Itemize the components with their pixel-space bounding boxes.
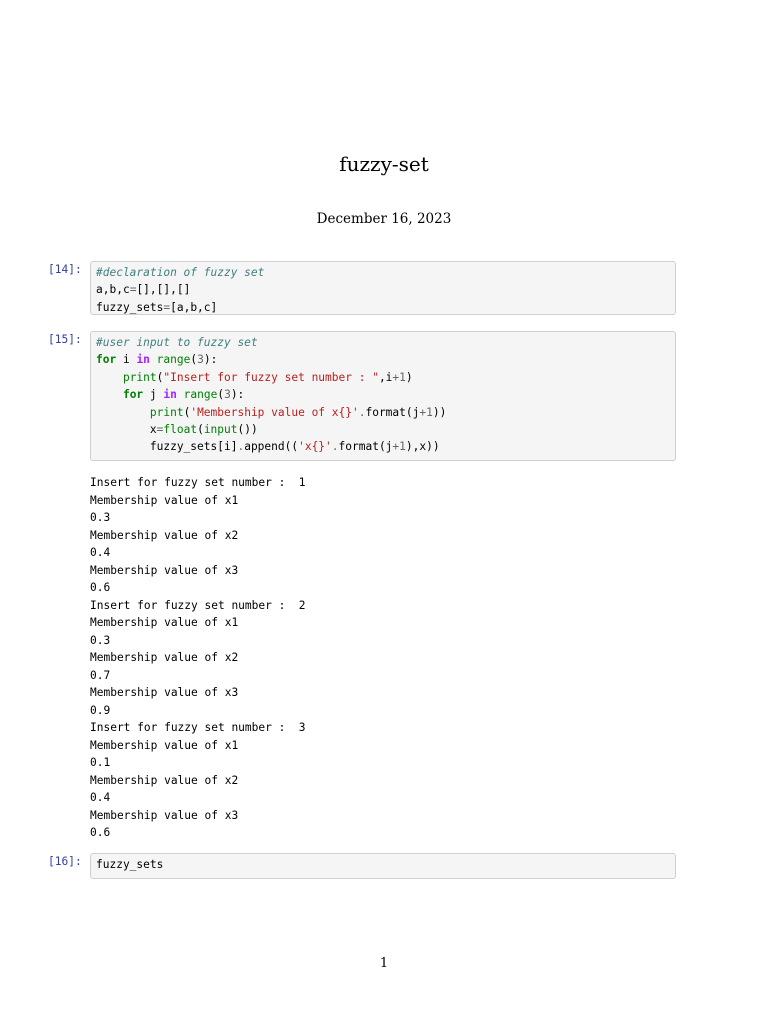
code-token: i [116,353,137,367]
output-line: Membership value of x3 [90,808,239,822]
code-token: ,i [378,370,393,384]
code-line: #user input to fuzzy set [96,334,675,351]
output-line: 0.3 [90,633,111,647]
notebook-page: fuzzy-set December 16, 2023 [14]: #decla… [0,0,768,1024]
output-line: Membership value of x1 [90,738,239,752]
output-line: 0.3 [90,511,111,524]
code-cell[interactable]: #declaration of fuzzy set a,b,c=[],[],[] f… [90,261,676,315]
code-token: ),x)) [405,440,440,454]
code-token: 3 [224,388,231,402]
code-token: in [136,353,150,367]
code-token: in [163,388,177,402]
code-token: 1 [399,370,406,384]
document-title: fuzzy-set [339,152,429,176]
output-line: Membership value of x2 [90,528,239,542]
output-line: Membership value of x2 [90,773,239,787]
code-token: ()) [237,422,258,436]
code-token: 'x{}' [298,440,332,454]
output-line: Membership value of x1 [90,616,239,629]
code-token: fuzzy_sets [96,858,164,871]
code-token: ) [405,370,413,384]
code-token: ): [203,353,218,367]
code-line: fuzzy_sets=[a,b,c] [96,299,675,316]
code-token: fuzzy_sets[i] [96,440,238,454]
code-token: #user input to fuzzy set [96,336,258,349]
cell-prompt: [14]: [48,263,82,276]
code-token: fuzzy_sets [96,300,164,314]
code-token: ): [230,388,245,402]
code-token: format(j [365,405,420,419]
code-cell[interactable]: #user input to fuzzy set for i in range(3… [90,331,676,461]
code-token: a,b,c [96,283,130,297]
code-token: 'Membership value of x{}' [190,405,359,419]
code-token: 1 [426,405,433,419]
output-line: 0.6 [90,826,111,839]
code-token: ( [197,422,204,436]
code-token: range [156,353,191,367]
output-line: Membership value of x2 [90,651,239,664]
output-line: 0.4 [90,791,111,804]
output-line: Insert for fuzzy set number : 2 [90,598,306,612]
document-date: December 16, 2023 [316,211,452,227]
code-token: j [143,388,164,402]
code-token: print [122,370,157,384]
code-line: for j in range(3): [96,386,675,403]
code-token: format(j [338,440,393,454]
code-line: x=float(input()) [96,421,675,438]
code-token: x [96,422,157,436]
code-token: 1 [399,440,406,454]
page-number: 1 [379,956,389,971]
cell-prompt: [15]: [48,333,82,346]
cell-prompt: [16]: [48,855,82,868]
code-token: for [96,353,117,367]
code-token: 3 [197,353,204,367]
output-line: Membership value of x3 [90,563,239,577]
output-line: 0.4 [90,546,111,559]
output-line: Insert for fuzzy set number : 3 [90,721,306,734]
output-line: Membership value of x3 [90,686,239,699]
output-line: 0.9 [90,703,111,717]
code-cell[interactable]: fuzzy_sets [90,853,676,879]
code-token: #declaration of fuzzy set [96,266,265,279]
code-token: print [149,405,184,419]
output-line: 0.1 [90,756,111,769]
output-line: 0.6 [90,581,111,594]
code-line: print('Membership value of x{}'.format(j… [96,404,675,421]
code-token: range [183,388,218,402]
cell-output: Insert for fuzzy set number : 1 Membershi… [90,474,306,842]
code-token: for [122,388,144,402]
code-token: [a,b,c] [170,300,218,314]
code-token: [],[],[] [136,283,191,297]
code-line: print("Insert for fuzzy set number : ",i… [96,369,675,386]
code-token: input [203,422,238,436]
code-token: )) [432,405,447,419]
output-line: 0.7 [90,668,111,682]
output-line: Insert for fuzzy set number : 1 [90,476,306,489]
output-line: Membership value of x1 [90,493,239,507]
code-line: fuzzy_sets [96,856,675,873]
code-line: a,b,c=[],[],[] [96,281,675,298]
code-token: float [163,422,198,436]
code-line: fuzzy_sets[i].append(('x{}'.format(j+1),… [96,438,675,455]
code-line: #declaration of fuzzy set [96,264,675,281]
code-token: . [331,440,339,454]
code-token: "Insert for fuzzy set number : " [163,370,379,384]
code-line: for i in range(3): [96,351,675,368]
code-token: append(( [244,440,299,454]
